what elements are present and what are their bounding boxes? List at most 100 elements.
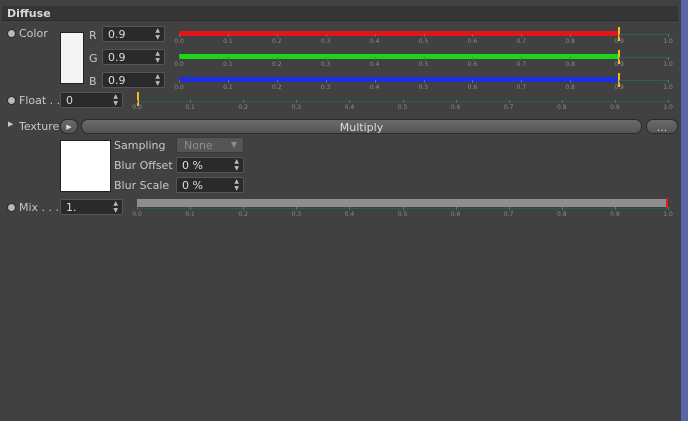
tick-mark <box>402 100 404 103</box>
tick-label: 0.6 <box>467 84 478 91</box>
tick-mark <box>276 80 278 83</box>
mix-input[interactable]: 1. ▲ ▼ <box>60 199 123 215</box>
tick-mark <box>227 57 229 60</box>
tick-label: 0.7 <box>503 104 514 111</box>
tick-mark <box>619 80 621 83</box>
tick-mark <box>668 80 669 83</box>
color-swatch[interactable] <box>60 32 84 84</box>
tick-mark <box>619 57 621 60</box>
float-animate-radio[interactable] <box>7 96 16 105</box>
tick-mark <box>668 34 669 37</box>
tick-mark <box>521 57 523 60</box>
tick-label: 0.6 <box>467 38 478 45</box>
tick-label: 0.3 <box>320 38 331 45</box>
channel-value: 0.9 <box>108 74 126 87</box>
tick-label: 0.8 <box>565 38 575 45</box>
tick-label: 1.0 <box>663 61 673 68</box>
texture-more-button[interactable]: ... <box>646 119 678 134</box>
sampling-value: None <box>184 139 213 152</box>
tick-label: 0.3 <box>320 61 331 68</box>
tick-label: 0.5 <box>418 61 429 68</box>
channel-label-b: B <box>89 75 97 88</box>
tick-mark <box>374 80 376 83</box>
texture-expand-icon[interactable]: ▶ <box>8 120 13 128</box>
mix-value: 1. <box>66 201 77 214</box>
tick-mark <box>227 34 229 37</box>
tick-mark <box>276 57 278 60</box>
tick-label: 0.8 <box>565 61 575 68</box>
color-animate-radio[interactable] <box>7 29 16 38</box>
tick-label: 0.0 <box>174 84 184 91</box>
channel-input-b[interactable]: 0.9 ▲ ▼ <box>102 72 165 88</box>
tick-mark <box>243 100 245 103</box>
slider-ticks: 0.0 0.1 0.2 0.3 0.4 0.5 0.6 0.7 0.8 0.9 1.0 <box>174 34 673 47</box>
tick-label: 1.0 <box>663 38 673 45</box>
mix-animate-radio[interactable] <box>7 203 16 212</box>
tick-mark <box>455 207 457 210</box>
tick-label: 0.0 <box>174 61 184 68</box>
stepper-icon[interactable]: ▲ ▼ <box>155 50 160 64</box>
stepper-icon[interactable]: ▲ ▼ <box>234 158 239 172</box>
tick-label: 0.0 <box>174 38 184 45</box>
tick-label: 0.7 <box>516 84 527 91</box>
tick-mark <box>561 207 563 210</box>
tick-label: 0.1 <box>223 61 233 68</box>
tick-mark <box>619 34 621 37</box>
tick-mark <box>614 207 616 210</box>
tick-label: 0.3 <box>291 104 302 111</box>
channel-value: 0.9 <box>108 28 126 41</box>
channel-input-g[interactable]: 0.9 ▲ ▼ <box>102 49 165 65</box>
tick-mark <box>296 207 298 210</box>
tick-label: 0.1 <box>223 38 233 45</box>
tick-mark <box>402 207 404 210</box>
tick-label: 0.6 <box>467 61 478 68</box>
tick-label: 0.2 <box>272 84 282 91</box>
tick-label: 1.0 <box>663 84 673 91</box>
tick-label: 0.7 <box>516 38 527 45</box>
texture-load-button[interactable]: ▶ <box>60 119 78 134</box>
stepper-icon[interactable]: ▲ ▼ <box>155 27 160 41</box>
tick-mark <box>137 100 138 103</box>
stepper-icon[interactable]: ▲ ▼ <box>113 200 118 214</box>
tick-label: 0.7 <box>503 211 514 218</box>
section-title: Diffuse <box>7 7 51 20</box>
sampling-dropdown[interactable]: None ▼ <box>176 137 244 153</box>
blur-offset-input[interactable]: 0 % ▲ ▼ <box>176 157 244 173</box>
tick-label: 0.0 <box>132 211 142 218</box>
tick-label: 1.0 <box>663 211 673 218</box>
tick-mark <box>570 80 572 83</box>
tick-mark <box>668 57 669 60</box>
tick-mark <box>227 80 229 83</box>
tick-mark <box>472 57 474 60</box>
tick-label: 0.3 <box>320 84 331 91</box>
tick-mark <box>614 100 616 103</box>
tick-label: 0.4 <box>369 84 380 91</box>
blur-scale-value: 0 % <box>182 179 203 192</box>
blur-scale-label: Blur Scale <box>114 179 170 192</box>
blur-scale-input[interactable]: 0 % ▲ ▼ <box>176 177 244 193</box>
chevron-down-icon: ▼ <box>230 140 237 149</box>
stepper-icon[interactable]: ▲ ▼ <box>155 73 160 87</box>
blur-offset-value: 0 % <box>182 159 203 172</box>
channel-input-r[interactable]: 0.9 ▲ ▼ <box>102 26 165 42</box>
float-input[interactable]: 0 ▲ ▼ <box>60 92 123 108</box>
texture-label: Texture <box>19 120 60 133</box>
tick-label: 0.9 <box>610 104 620 111</box>
tick-label: 0.9 <box>610 211 620 218</box>
tick-label: 0.9 <box>614 84 624 91</box>
tick-mark <box>137 207 138 210</box>
stepper-icon[interactable]: ▲ ▼ <box>234 178 239 192</box>
tick-label: 0.4 <box>369 38 380 45</box>
tick-label: 0.4 <box>344 211 355 218</box>
channel-label-g: G <box>89 52 98 65</box>
tick-mark <box>423 34 425 37</box>
texture-mode-button[interactable]: Multiply <box>81 119 642 134</box>
tick-mark <box>374 57 376 60</box>
tick-label: 0.8 <box>565 84 575 91</box>
tick-label: 0.5 <box>418 84 429 91</box>
float-value: 0 <box>66 94 73 107</box>
scrollbar[interactable] <box>681 0 688 421</box>
tick-mark <box>423 80 425 83</box>
tick-mark <box>423 57 425 60</box>
stepper-icon[interactable]: ▲ ▼ <box>113 93 118 107</box>
